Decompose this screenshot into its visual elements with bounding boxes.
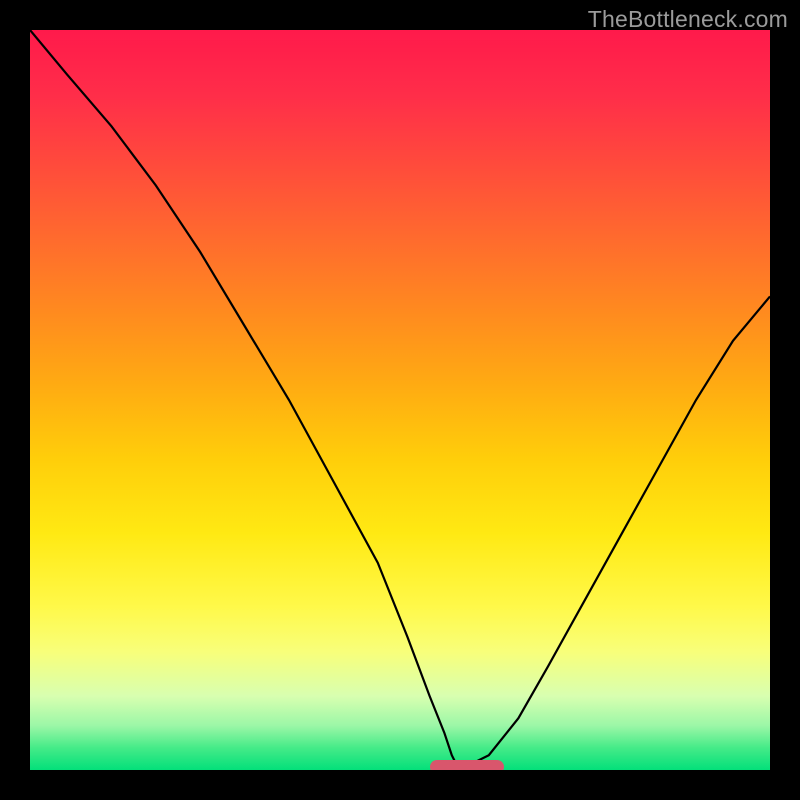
- bottleneck-curve-right: [459, 296, 770, 770]
- valley-marker: [430, 760, 504, 770]
- bottleneck-curve-left: [30, 30, 459, 770]
- chart-frame: TheBottleneck.com: [0, 0, 800, 800]
- plot-area: [30, 30, 770, 770]
- watermark-text: TheBottleneck.com: [588, 6, 788, 33]
- curve-layer: [30, 30, 770, 770]
